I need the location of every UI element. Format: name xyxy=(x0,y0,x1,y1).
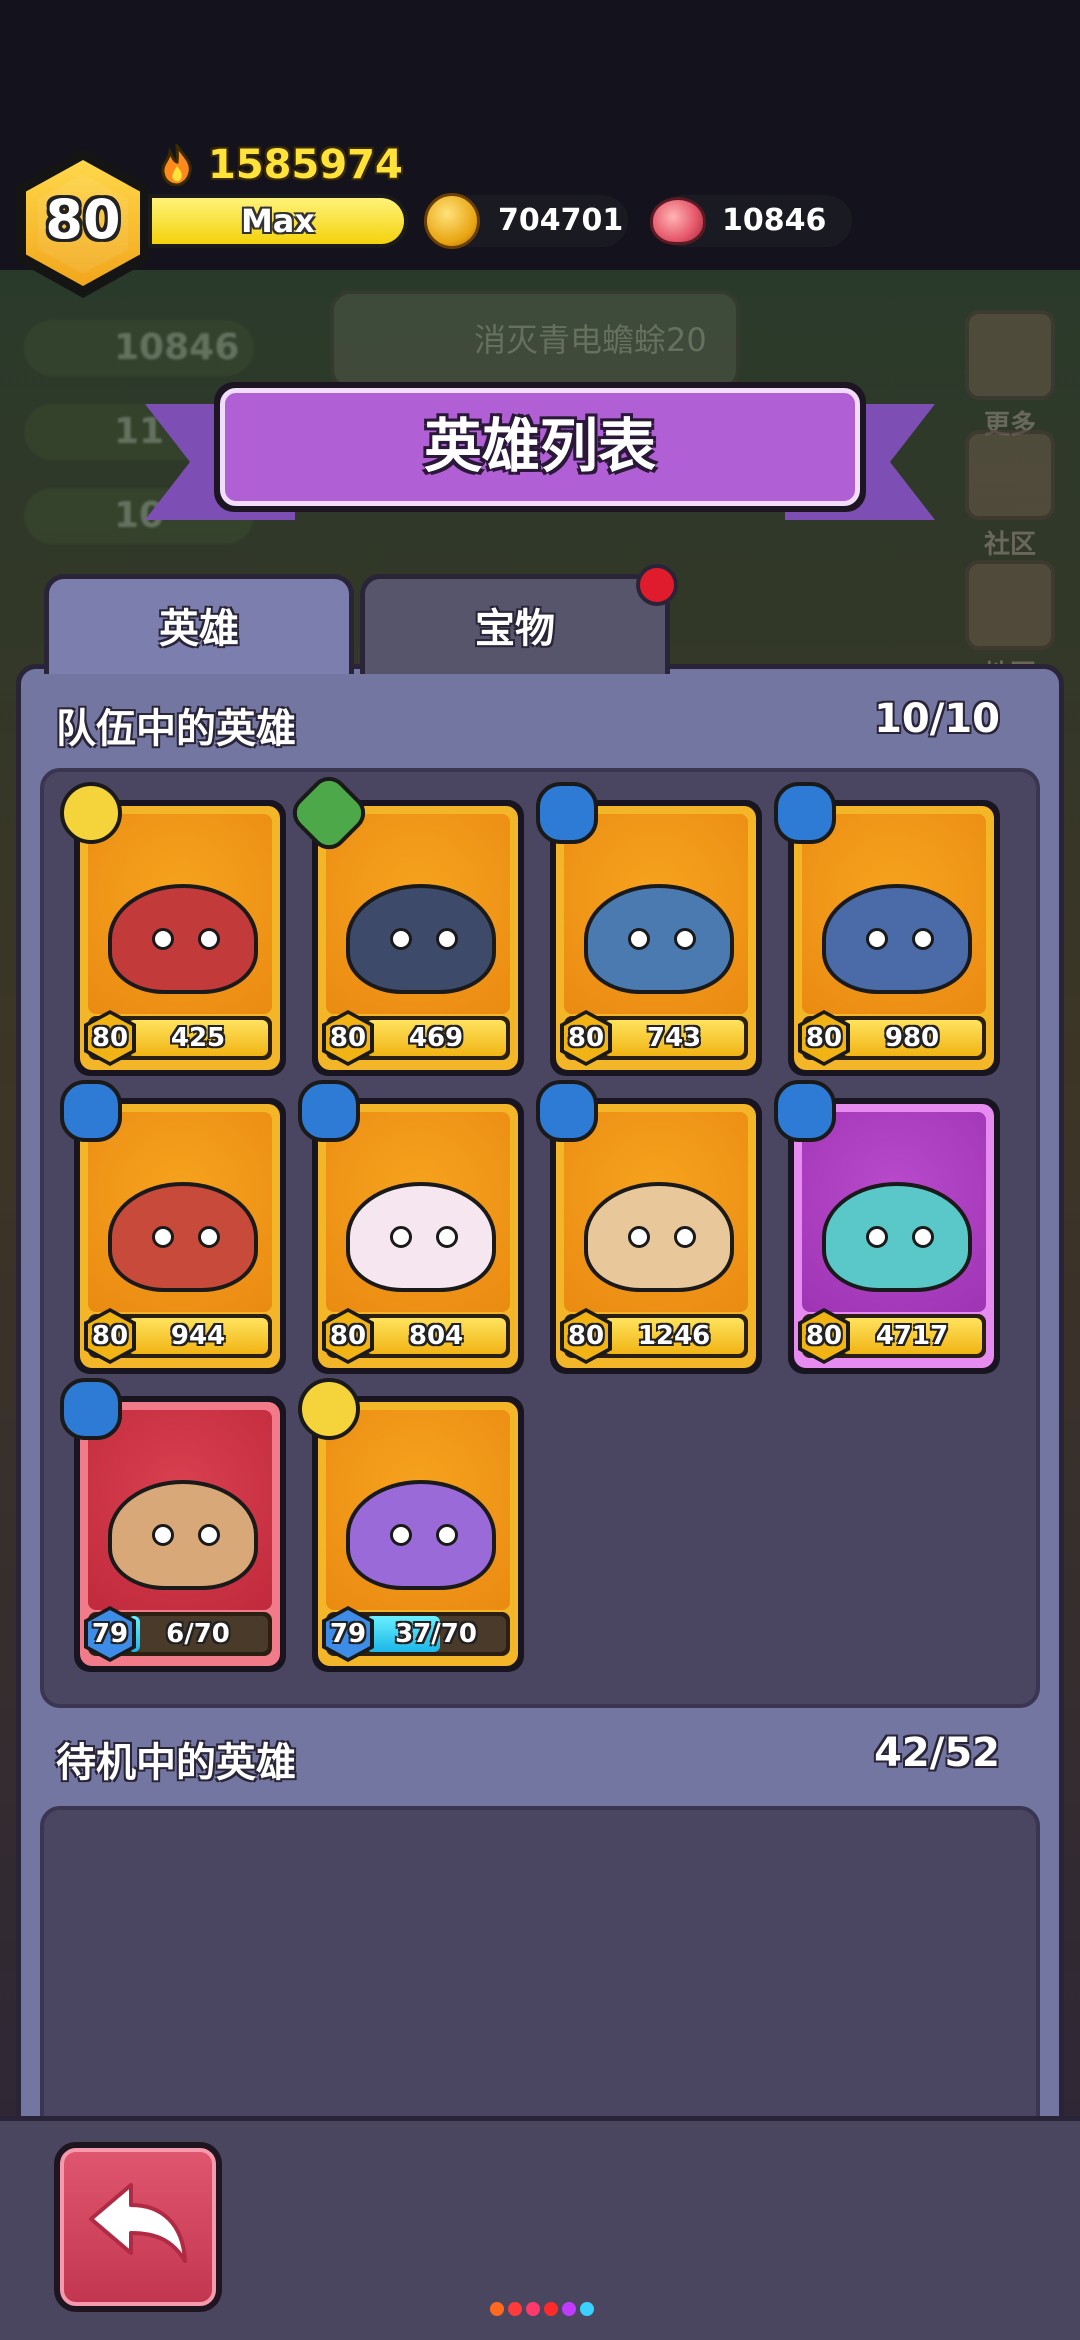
hero-value: 944 xyxy=(170,1321,226,1351)
hero-creature-image xyxy=(584,1182,734,1292)
hero-portrait xyxy=(88,1410,272,1610)
hero-value: 425 xyxy=(170,1023,226,1053)
team-section-title: 队伍中的英雄 xyxy=(56,706,296,752)
exp-bar: Max xyxy=(148,194,408,248)
hero-class-icon xyxy=(774,1080,836,1142)
hero-creature-image xyxy=(584,884,734,994)
hero-portrait xyxy=(564,1112,748,1312)
hero-value: 980 xyxy=(884,1023,940,1053)
hero-card[interactable]: 743 80 xyxy=(536,782,762,1076)
hero-stat-bar: 1246 80 xyxy=(560,1308,748,1364)
hero-card[interactable]: 1246 80 xyxy=(536,1080,762,1374)
hero-portrait xyxy=(802,814,986,1014)
hero-creature-image xyxy=(822,884,972,994)
hero-creature-image xyxy=(346,1480,496,1590)
hero-class-icon xyxy=(60,782,122,844)
flame-icon xyxy=(161,144,192,186)
hero-portrait xyxy=(564,814,748,1014)
hero-portrait xyxy=(88,814,272,1014)
hero-class-icon xyxy=(774,782,836,844)
bg-quest-text: 消灭青电蟾蜍20只 xyxy=(330,290,740,451)
hero-portrait xyxy=(88,1112,272,1312)
tab-heroes[interactable]: 英雄 xyxy=(44,574,354,674)
team-count: 10/10 xyxy=(874,696,1000,742)
hero-class-icon xyxy=(298,1378,360,1440)
hero-creature-image xyxy=(108,1480,258,1590)
hero-stat-bar: 469 80 xyxy=(322,1010,510,1066)
hero-portrait xyxy=(326,1112,510,1312)
hero-value: 469 xyxy=(408,1023,464,1053)
hero-value: 4717 xyxy=(875,1321,949,1351)
hero-creature-image xyxy=(346,884,496,994)
hero-card[interactable]: 4717 80 xyxy=(774,1080,1000,1374)
hero-card[interactable]: 6/70 79 xyxy=(60,1378,286,1672)
meat-counter[interactable]: 10846 xyxy=(650,195,852,247)
back-arrow-icon xyxy=(89,2183,187,2263)
title-banner: 英雄列表 xyxy=(214,382,866,512)
meat-value: 10846 xyxy=(722,203,827,238)
hero-portrait xyxy=(326,1410,510,1610)
hero-card[interactable]: 37/70 79 xyxy=(298,1378,524,1672)
hero-value: 804 xyxy=(408,1321,464,1351)
hero-class-icon xyxy=(60,1080,122,1142)
gold-value: 704701 xyxy=(498,203,624,238)
hero-card[interactable]: 804 80 xyxy=(298,1080,524,1374)
player-level: 80 xyxy=(45,188,121,251)
notification-dot xyxy=(636,564,678,606)
hero-value: 6/70 xyxy=(166,1619,230,1649)
hero-creature-image xyxy=(108,1182,258,1292)
bg-meat-counter: 10846 xyxy=(24,320,254,376)
power-value: 1585974 xyxy=(208,142,403,188)
hero-value: 37/70 xyxy=(395,1619,477,1649)
hero-creature-image xyxy=(346,1182,496,1292)
tab-treasures[interactable]: 宝物 xyxy=(360,574,670,674)
hero-stat-bar: 6/70 79 xyxy=(84,1606,272,1662)
hero-stat-bar: 944 80 xyxy=(84,1308,272,1364)
power-display: 1585974 xyxy=(158,140,403,190)
hero-class-icon xyxy=(536,782,598,844)
hero-stat-bar: 425 80 xyxy=(84,1010,272,1066)
hero-class-icon xyxy=(298,1080,360,1142)
hero-class-icon xyxy=(60,1378,122,1440)
bg-community-button: 社区 xyxy=(955,430,1065,561)
hero-value: 1246 xyxy=(637,1321,711,1351)
hero-creature-image xyxy=(822,1182,972,1292)
hero-card[interactable]: 944 80 xyxy=(60,1080,286,1374)
gold-coin-icon xyxy=(424,193,480,249)
meat-icon xyxy=(650,197,706,245)
hero-creature-image xyxy=(108,884,258,994)
hero-stat-bar: 743 80 xyxy=(560,1010,748,1066)
home-indicator-dots xyxy=(490,2302,594,2316)
hero-card[interactable]: 980 80 xyxy=(774,782,1000,1076)
bench-count: 42/52 xyxy=(874,1730,1000,1776)
hero-portrait xyxy=(326,814,510,1014)
hero-stat-bar: 37/70 79 xyxy=(322,1606,510,1662)
hero-stat-bar: 4717 80 xyxy=(798,1308,986,1364)
hero-value: 743 xyxy=(646,1023,702,1053)
hero-card[interactable]: 469 80 xyxy=(285,769,524,1076)
gold-counter[interactable]: 704701 xyxy=(424,193,628,249)
bench-section-title: 待机中的英雄 xyxy=(56,1740,296,1786)
back-button[interactable] xyxy=(54,2142,222,2312)
hero-class-icon xyxy=(536,1080,598,1142)
hero-class-icon xyxy=(285,769,373,857)
page-title: 英雄列表 xyxy=(220,388,860,506)
hero-card[interactable]: 425 80 xyxy=(60,782,286,1076)
hero-portrait xyxy=(802,1112,986,1312)
hero-stat-bar: 804 80 xyxy=(322,1308,510,1364)
bg-more-button: 更多 xyxy=(955,310,1065,441)
exp-bar-label: Max xyxy=(152,198,404,244)
hero-stat-bar: 980 80 xyxy=(798,1010,986,1066)
